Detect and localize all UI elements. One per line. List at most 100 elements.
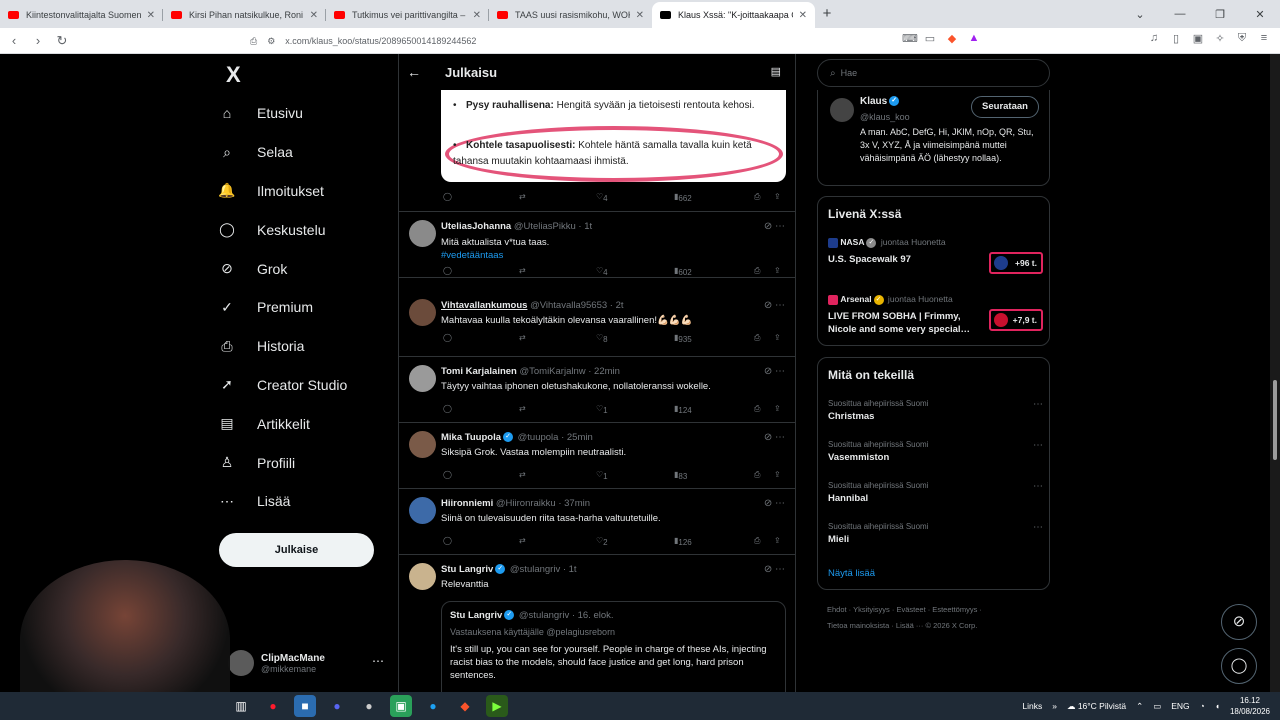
x-logo-icon[interactable]: X — [226, 62, 241, 88]
avatar[interactable] — [409, 220, 436, 247]
live-space-item[interactable]: NASA ✓ juontaa Huonetta U.S. Spacewalk 97… — [828, 237, 1043, 279]
nav-articles[interactable]: ▤ Artikkelit — [218, 404, 347, 443]
more-icon[interactable]: ⋯ — [372, 654, 384, 668]
minimize-icon[interactable]: — — [1160, 8, 1200, 20]
share-icon[interactable]: ⇪ — [774, 536, 781, 545]
views-count[interactable]: ▮ 602 — [674, 266, 692, 277]
reply-icon[interactable]: ◯ — [443, 333, 452, 342]
like-button[interactable]: ♡ 4 — [596, 266, 608, 277]
more-icon[interactable]: ⋯ — [1033, 399, 1043, 410]
like-button[interactable]: ♡ 2 — [596, 536, 608, 547]
views-count[interactable]: ▮ 126 — [674, 536, 692, 547]
avatar[interactable] — [830, 98, 854, 122]
search-input[interactable]: ⌕ Hae — [817, 59, 1050, 87]
avatar[interactable] — [409, 497, 436, 524]
extensions-icon[interactable]: ✧ — [1214, 32, 1226, 45]
office-icon[interactable]: ■ — [294, 695, 316, 717]
nav-grok[interactable]: ⊘ Grok — [218, 249, 347, 288]
screen-icon[interactable]: ▭ — [924, 32, 936, 45]
brave-rewards-icon[interactable]: ▲ — [968, 32, 980, 45]
reply-tweet[interactable]: Mika Tuupola ✓ @tuupola · 25min ⊘ ⋯ Siksi… — [399, 423, 795, 489]
nav-more[interactable]: ⋯ Lisää — [218, 482, 347, 521]
music-icon[interactable]: ♫ — [1148, 32, 1160, 45]
nav-notifications[interactable]: 🔔 Ilmoitukset — [218, 172, 347, 211]
reply-icon[interactable]: ◯ — [443, 266, 452, 275]
grok-fab-icon[interactable]: ⊘ — [1221, 604, 1257, 640]
tab-search-icon[interactable]: ⌄ — [1120, 8, 1160, 21]
repost-icon[interactable]: ⇄ — [519, 536, 526, 545]
grok-and-more-icon[interactable]: ⊘ ⋯ — [764, 221, 785, 232]
close-tab-icon[interactable]: ✕ — [473, 10, 481, 21]
restore-icon[interactable]: ❐ — [1200, 8, 1240, 21]
url-field[interactable]: ⎙ ⚙ x.com/klaus_koo/status/2089650014189… — [250, 31, 890, 51]
footer-links[interactable]: Ehdot · Yksityisyys · Evästeet · Esteett… — [827, 602, 1047, 634]
hashtag-link[interactable]: #vedetääntaas — [441, 249, 741, 262]
views-count[interactable]: ▮ 124 — [674, 404, 692, 415]
trend-item[interactable]: Suosittua aihepiirissä Suomi Vasemmiston ⋯ — [828, 440, 1043, 476]
like-button[interactable]: ♡ 8 — [596, 333, 608, 344]
post-image[interactable]: • Pysy rauhallisena: Hengitä syvään ja ti… — [441, 90, 786, 182]
grok-and-more-icon[interactable]: ⊘ ⋯ — [764, 366, 785, 377]
account-switcher[interactable]: ClipMacMane @mikkemane ⋯ — [228, 646, 388, 680]
repost-icon[interactable]: ⇄ — [519, 404, 526, 413]
more-icon[interactable]: ⋯ — [1033, 481, 1043, 492]
reply-icon[interactable]: ◯ — [443, 404, 452, 413]
translate-icon[interactable]: ⌨ — [902, 32, 918, 45]
like-button[interactable]: ♡ 1 — [596, 470, 608, 481]
bookmark-icon[interactable]: ⎙ — [754, 192, 760, 202]
close-tab-icon[interactable]: ✕ — [310, 10, 318, 21]
bookmark-icon[interactable]: ⎙ — [754, 536, 760, 546]
close-window-icon[interactable]: ✕ — [1240, 8, 1280, 21]
share-icon[interactable]: ⇪ — [774, 333, 781, 342]
grok-and-more-icon[interactable]: ⊘ ⋯ — [764, 498, 785, 509]
tray-chevron-icon[interactable]: ⌃ — [1136, 701, 1143, 712]
post-button[interactable]: Julkaise — [219, 533, 374, 567]
close-tab-icon[interactable]: ✕ — [147, 10, 155, 21]
nav-explore[interactable]: ⌕ Selaa — [218, 133, 347, 172]
page-scrollbar[interactable] — [1270, 54, 1280, 692]
bookmark-icon[interactable]: ⎙ — [754, 266, 760, 276]
browser-tab-active[interactable]: Klaus Xssä: "K-joittaakaapa Goog✕ — [652, 2, 815, 28]
browser-tab[interactable]: TAAS uusi rasismikohu, WOKE-profe✕ — [489, 2, 652, 28]
avatar[interactable] — [409, 563, 436, 590]
repost-icon[interactable]: ⇄ — [519, 470, 526, 479]
nav-profile[interactable]: ♙ Profiili — [218, 443, 347, 482]
messages-fab-icon[interactable]: ◯ — [1221, 648, 1257, 684]
reply-tweet[interactable]: UteliasJohanna @UteliasPikku · 1t ⊘ ⋯ Mi… — [399, 212, 795, 278]
repost-icon[interactable]: ⇄ — [519, 192, 526, 201]
trend-item[interactable]: Suosittua aihepiirissä Suomi Mieli ⋯ — [828, 522, 1043, 558]
reply-icon[interactable]: ◯ — [443, 192, 452, 201]
brave-icon[interactable]: ◆ — [454, 695, 476, 717]
trend-item[interactable]: Suosittua aihepiirissä Suomi Hannibal ⋯ — [828, 481, 1043, 517]
grok-and-more-icon[interactable]: ⊘ ⋯ — [764, 432, 785, 443]
menu-icon[interactable]: ≡ — [1258, 32, 1270, 45]
app-icon[interactable]: ▣ — [390, 695, 412, 717]
show-more-link[interactable]: Näytä lisää — [828, 568, 875, 579]
back-icon[interactable]: ‹ — [4, 33, 24, 48]
reply-tweet[interactable]: Vihtavallankumous @Vihtavalla95653 · 2t … — [399, 291, 795, 357]
avatar[interactable] — [409, 299, 436, 326]
views-count[interactable]: ▮ 83 — [674, 470, 687, 481]
edge-icon[interactable]: ● — [422, 695, 444, 717]
task-view-icon[interactable]: ▥ — [230, 695, 252, 717]
app-icon[interactable]: ● — [358, 695, 380, 717]
quoted-tweet[interactable]: Stu Langriv ✓ @stulangriv · 16. elok. Vas… — [441, 601, 786, 692]
live-space-item[interactable]: Arsenal ✓ juontaa Huonetta LIVE FROM SOBH… — [828, 294, 1043, 340]
close-tab-icon[interactable]: ✕ — [799, 10, 807, 21]
sidebar-icon[interactable]: ▯ — [1170, 32, 1182, 45]
vpn-icon[interactable]: ⛨ — [1236, 32, 1248, 45]
weather-widget[interactable]: ☁ 16°C Pilvistä — [1067, 701, 1126, 712]
avatar[interactable] — [409, 365, 436, 392]
close-tab-icon[interactable]: ✕ — [636, 10, 644, 21]
repost-icon[interactable]: ⇄ — [519, 266, 526, 275]
brave-shield-icon[interactable]: ◆ — [946, 32, 958, 45]
clock[interactable]: 16.12 18/08/2026 — [1230, 695, 1270, 717]
reply-tweet[interactable]: Tomi Karjalainen @TomiKarjalnw · 22min ⊘… — [399, 357, 795, 423]
reply-icon[interactable]: ◯ — [443, 536, 452, 545]
share-icon[interactable]: ⇪ — [774, 266, 781, 275]
wifi-icon[interactable]: ◔ — [1200, 701, 1205, 711]
repost-icon[interactable]: ⇄ — [519, 333, 526, 342]
network-icon[interactable]: ▭ — [1153, 701, 1161, 712]
views-count[interactable]: ▮ 935 — [674, 333, 692, 344]
views-count[interactable]: ▮ 662 — [674, 192, 692, 203]
